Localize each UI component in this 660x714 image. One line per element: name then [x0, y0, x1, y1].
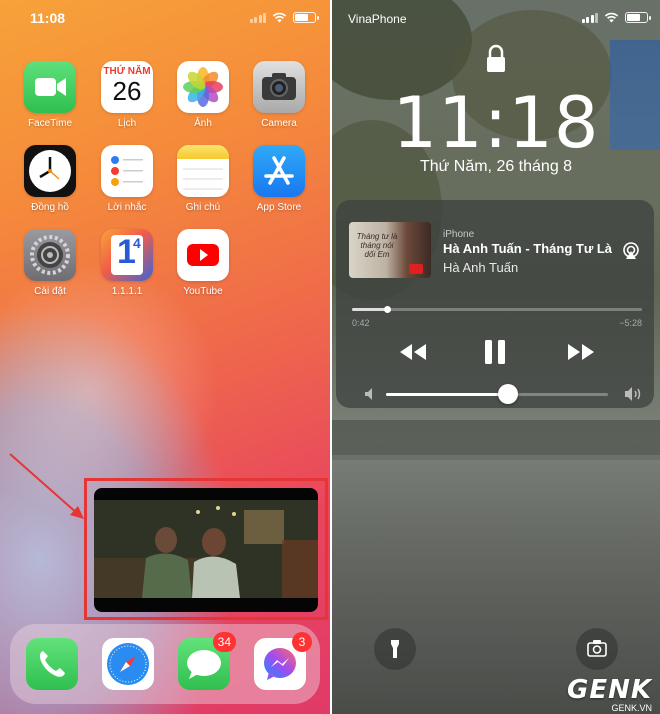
airplay-icon[interactable] [622, 242, 640, 260]
playback-source: iPhone [443, 229, 475, 240]
pause-icon[interactable] [482, 338, 508, 366]
home-screen: 11:08 FaceTime THỨ NĂM 26 Lịch Ảnh Camer… [0, 0, 330, 714]
elapsed-time: 0:42 [352, 318, 370, 328]
carrier-name: VinaPhone [348, 12, 407, 26]
battery-icon [625, 12, 651, 23]
dock-app-messages[interactable]: 34 [178, 632, 236, 690]
notification-badge: 34 [212, 632, 236, 652]
cellular-signal-icon [581, 12, 598, 23]
artwork-text: Tháng tư là tháng nói dối Em [356, 232, 398, 259]
video-frame [94, 500, 318, 598]
fast-forward-icon[interactable] [564, 338, 598, 366]
rewind-icon[interactable] [396, 338, 430, 366]
lock-clock: 11:18 [392, 82, 600, 164]
lock-date: Thứ Năm, 26 tháng 8 [419, 158, 573, 175]
volume-handle[interactable] [498, 384, 519, 404]
phone-icon [39, 651, 65, 677]
progress-scrubber[interactable] [352, 306, 642, 313]
dock: 34 3 [10, 624, 320, 704]
volume-slider[interactable] [386, 384, 608, 404]
wifi-icon [604, 12, 619, 23]
camera-icon [587, 640, 607, 657]
watermark: GENK GENK.VN [567, 675, 652, 713]
picture-in-picture-video[interactable] [94, 488, 318, 612]
dock-app-phone[interactable] [26, 638, 78, 690]
flashlight-icon [391, 640, 399, 658]
volume-low-icon [365, 388, 372, 400]
remaining-time: −5:28 [619, 318, 642, 328]
lock-icon [487, 44, 505, 72]
lock-screen: VinaPhone 11:18 Thứ Năm, 26 tháng 8 Thán… [332, 0, 660, 714]
flashlight-button[interactable] [374, 628, 416, 670]
song-artist: Hà Anh Tuấn [443, 260, 519, 275]
dock-app-messenger[interactable]: 3 [254, 632, 312, 690]
album-artwork[interactable]: Tháng tư là tháng nói dối Em [349, 222, 431, 278]
safari-compass-icon [107, 643, 149, 685]
dock-app-safari[interactable] [102, 638, 154, 690]
camera-button[interactable] [576, 628, 618, 670]
song-title: Hà Anh Tuấn - Tháng Tư Là [443, 241, 613, 256]
scrubber-handle[interactable] [383, 306, 391, 313]
pip-highlight-box [84, 478, 328, 620]
notification-badge: 3 [292, 632, 312, 652]
youtube-icon [409, 264, 423, 274]
watermark-brand: GENK [566, 675, 652, 705]
volume-high-icon [625, 387, 641, 401]
now-playing-widget: Tháng tư là tháng nói dối Em iPhone Hà A… [336, 200, 654, 408]
